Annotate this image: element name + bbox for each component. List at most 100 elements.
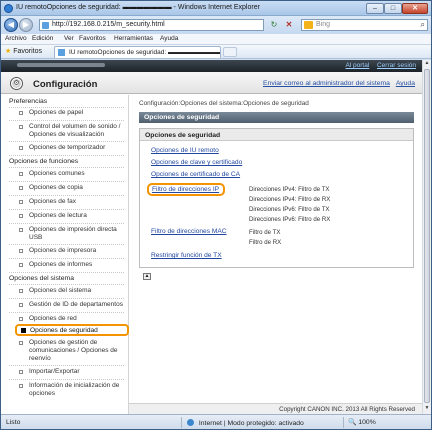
- scroll-up-icon[interactable]: ▲: [423, 60, 431, 69]
- refresh-icon[interactable]: ↻: [267, 19, 281, 31]
- sidebar-item-copy[interactable]: Opciones de copia: [9, 184, 127, 192]
- top-links: Al portal Cerrar sesión: [339, 62, 416, 69]
- sidebar-item-label: Opciones de red: [29, 315, 77, 322]
- sidebar-item-read[interactable]: Opciones de lectura: [9, 212, 127, 220]
- browser-tab[interactable]: IU remotoOpciones de seguridad: ▬▬▬▬▬▬▬▬: [54, 46, 221, 58]
- favorites-label: Favoritos: [13, 48, 43, 55]
- status-text: Listo: [6, 419, 21, 426]
- ipv6-tx-filter: Direcciones IPv6: Filtro de TX: [249, 206, 330, 213]
- sidebar-item-dept-id[interactable]: Gestión de ID de departamentos: [9, 301, 127, 309]
- bullet-icon: [19, 228, 23, 232]
- divider: [181, 417, 182, 428]
- top-strip: Al portal Cerrar sesión: [1, 60, 422, 72]
- portal-link[interactable]: Al portal: [345, 62, 369, 69]
- sidebar-item-reports[interactable]: Opciones de informes: [9, 261, 127, 269]
- sidebar-item-import-export[interactable]: Importar/Exportar: [9, 368, 127, 376]
- stop-icon[interactable]: ✕: [282, 19, 296, 31]
- bullet-icon: [19, 111, 23, 115]
- nav-group-preferences: Preferencias: [9, 98, 48, 105]
- sidebar-item-label: Opciones de papel: [29, 109, 84, 116]
- bullet-icon: [19, 200, 23, 204]
- security-zone[interactable]: Internet | Modo protegido: activado: [187, 419, 304, 427]
- ipv4-tx-filter: Direcciones IPv4: Filtro de TX: [249, 186, 330, 193]
- sidebar-item-label: Información de inicialización de opcione…: [29, 382, 120, 397]
- sidebar-item-network[interactable]: Opciones de red: [9, 315, 127, 323]
- sidebar-item-label: Opciones comunes: [29, 170, 85, 177]
- favorites-bar: ★ Favoritos IU remotoOpciones de segurid…: [1, 45, 431, 59]
- vertical-scrollbar[interactable]: ▲ ▼: [422, 60, 431, 414]
- sidebar-item-common[interactable]: Opciones comunes: [9, 170, 127, 178]
- sidebar-item-printer[interactable]: Opciones de impresora: [9, 247, 127, 255]
- star-icon: ★: [5, 48, 12, 55]
- divider: [343, 417, 344, 428]
- close-window-button[interactable]: ✕: [402, 3, 428, 14]
- sidebar-item-fax[interactable]: Opciones de fax: [9, 198, 127, 206]
- sidebar-item-init-info[interactable]: Información de inicialización de opcione…: [9, 382, 127, 398]
- sidebar-item-paper[interactable]: Opciones de papel: [9, 109, 127, 117]
- bullet-icon: [19, 289, 23, 293]
- ip-filter-link-highlight[interactable]: Filtro de direcciones IP: [147, 183, 225, 196]
- bullet-icon: [19, 384, 23, 388]
- bullet-icon: [19, 125, 23, 129]
- menu-ver[interactable]: Ver: [64, 35, 74, 42]
- divider: [9, 209, 124, 210]
- email-admin-link[interactable]: Enviar correo al administrador del siste…: [263, 80, 390, 87]
- scroll-down-icon[interactable]: ▼: [423, 405, 431, 414]
- sidebar-item-label: Opciones de informes: [29, 261, 93, 268]
- divider: [9, 284, 124, 285]
- search-icon[interactable]: ⌕: [421, 20, 425, 30]
- maximize-button[interactable]: □: [384, 3, 402, 14]
- logout-link[interactable]: Cerrar sesión: [377, 62, 416, 69]
- globe-icon: [187, 419, 194, 426]
- app-header: ⚙ Configuración Enviar correo al adminis…: [1, 72, 422, 94]
- help-link[interactable]: Ayuda: [396, 80, 415, 87]
- ipv6-rx-filter: Direcciones IPv6: Filtro de RX: [249, 216, 331, 223]
- nav-group-system: Opciones del sistema: [9, 275, 74, 282]
- ipv4-rx-filter: Direcciones IPv4: Filtro de RX: [249, 196, 331, 203]
- bing-logo-icon: [304, 21, 313, 29]
- sidebar-item-usb-print[interactable]: Opciones de impresión directa USB: [9, 226, 127, 242]
- divider: [9, 155, 124, 156]
- sidebar-item-label: Control del volumen de sonido / Opciones…: [29, 123, 121, 138]
- new-tab-button[interactable]: [223, 47, 237, 57]
- mac-filter-link[interactable]: Filtro de direcciones MAC: [151, 228, 227, 235]
- ie-logo-icon: [4, 4, 13, 13]
- ca-cert-link[interactable]: Opciones de certificado de CA: [151, 171, 240, 178]
- sidebar-item-volume[interactable]: Control del volumen de sonido / Opciones…: [9, 123, 127, 139]
- ip-filter-link[interactable]: Filtro de direcciones IP: [152, 186, 219, 193]
- sidebar-item-comm-mgmt[interactable]: Opciones de gestión de comunicaciones / …: [9, 339, 127, 363]
- bullet-icon: [19, 263, 23, 267]
- menu-favoritos[interactable]: Favoritos: [79, 35, 106, 42]
- sidebar: Preferencias Opciones de papel Control d…: [1, 95, 129, 414]
- menu-archivo[interactable]: Archivo: [5, 35, 27, 42]
- back-button[interactable]: ◀: [4, 18, 18, 32]
- key-cert-link[interactable]: Opciones de clave y certificado: [151, 159, 242, 166]
- menu-edicion[interactable]: Edición: [32, 35, 53, 42]
- sidebar-item-timer[interactable]: Opciones de temporizador: [9, 144, 127, 152]
- search-input[interactable]: Bing ⌕: [301, 19, 428, 31]
- divider: [9, 167, 124, 168]
- sidebar-item-system[interactable]: Opciones del sistema: [9, 287, 127, 295]
- bullet-icon: [19, 341, 23, 345]
- sidebar-item-security[interactable]: Opciones de seguridad: [15, 324, 129, 336]
- bullet-icon: [19, 317, 23, 321]
- page-top-icon[interactable]: ▲: [143, 273, 151, 280]
- remote-ui-link[interactable]: Opciones de IU remoto: [151, 147, 219, 154]
- url-field[interactable]: http://192.168.0.215/m_security.html: [39, 19, 264, 31]
- search-placeholder: Bing: [316, 21, 331, 28]
- page-content: Al portal Cerrar sesión ⚙ Configuración …: [1, 60, 422, 414]
- forward-button[interactable]: ▶: [19, 18, 33, 32]
- favorites-button[interactable]: ★ Favoritos: [5, 47, 42, 55]
- scroll-thumb[interactable]: [424, 69, 430, 403]
- menu-herramientas[interactable]: Herramientas: [114, 35, 153, 42]
- zoom-level[interactable]: 🔍 100%: [348, 418, 376, 426]
- security-zone-label: Internet | Modo protegido: activado: [198, 420, 304, 427]
- sidebar-item-label: Opciones de temporizador: [29, 144, 106, 151]
- restrict-tx-link[interactable]: Restringir función de TX: [151, 252, 222, 259]
- menu-ayuda[interactable]: Ayuda: [160, 35, 178, 42]
- divider: [9, 141, 124, 142]
- bullet-icon: [19, 172, 23, 176]
- menu-bar: Archivo Edición Ver Favoritos Herramient…: [1, 34, 431, 45]
- mac-rx-filter: Filtro de RX: [249, 239, 282, 246]
- minimize-button[interactable]: –: [366, 3, 384, 14]
